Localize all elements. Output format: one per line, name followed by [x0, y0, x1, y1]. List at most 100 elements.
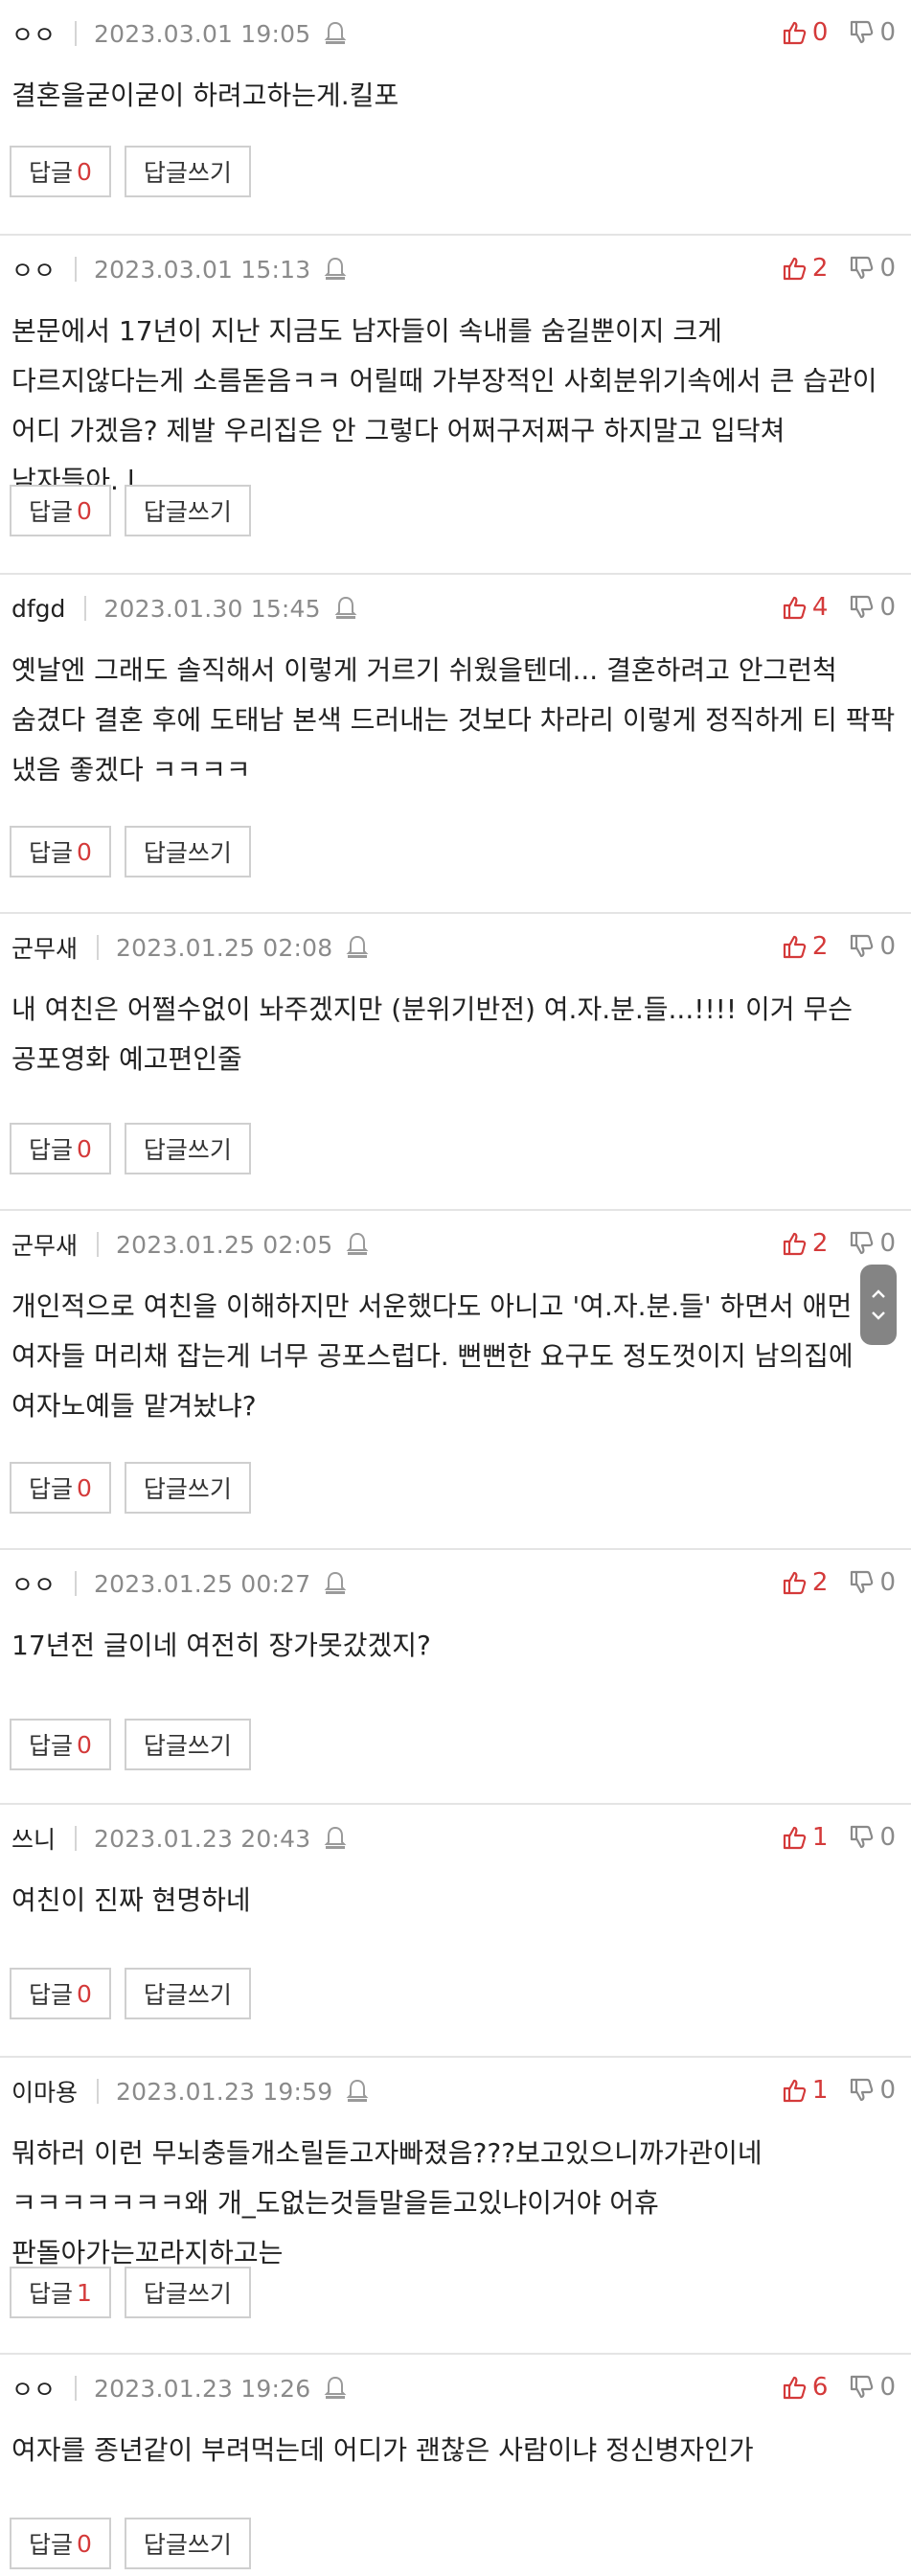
comment-item: ㅇㅇ 2023.01.25 00:27 2 0 17년전 글이네 여전히 장가못… [0, 1550, 911, 1805]
downvote-button[interactable]: 0 [849, 1823, 896, 1852]
report-icon[interactable] [346, 1232, 369, 1257]
comment-author[interactable]: 군무새 [11, 930, 78, 965]
write-reply-button[interactable]: 답글쓰기 [124, 2267, 251, 2318]
downvote-button[interactable]: 0 [849, 254, 896, 283]
comment-text: 결혼을굳이굳이 하려고하는게.킬포 [11, 80, 399, 111]
vote-area: 2 0 [782, 1567, 896, 1598]
upvote-button[interactable]: 1 [782, 2076, 828, 2105]
report-icon[interactable] [346, 2079, 369, 2104]
upvote-button[interactable]: 0 [782, 18, 828, 47]
write-reply-button[interactable]: 답글쓰기 [124, 1462, 251, 1514]
downvote-button[interactable]: 0 [849, 593, 896, 622]
thumbs-down-icon [851, 20, 874, 44]
thumbs-up-icon [783, 596, 807, 620]
vote-area: 2 0 [782, 253, 896, 284]
report-icon[interactable] [324, 1826, 347, 1851]
report-icon[interactable] [334, 596, 357, 621]
upvote-button[interactable]: 2 [782, 1568, 828, 1597]
thumbs-up-icon [783, 257, 807, 281]
vote-area: 4 0 [782, 592, 896, 623]
reply-count-button[interactable]: 답글 0 [10, 1719, 111, 1770]
comment-actions: 답글 0 답글쓰기 [10, 146, 264, 197]
comment-text: 뭐하러 이런 무뇌충들개소릴듣고자빠졌음???보고있으니까가관이네 ㅋㅋㅋㅋㅋㅋ… [11, 2137, 763, 2268]
comment-author[interactable]: ㅇㅇ [11, 2371, 56, 2405]
upvote-button[interactable]: 4 [782, 593, 828, 622]
report-icon[interactable] [324, 257, 347, 282]
comment-date: 2023.03.01 15:13 [94, 255, 311, 284]
reply-count: 0 [77, 1979, 92, 2008]
comment-author[interactable]: ㅇㅇ [11, 252, 56, 286]
reply-label: 답글 [29, 1136, 74, 1164]
upvote-count: 2 [811, 254, 829, 283]
write-reply-button[interactable]: 답글쓰기 [124, 146, 251, 197]
comment-item: ㅇㅇ 2023.03.01 15:13 2 0 본문에서 17년이 지난 지금도… [0, 236, 911, 575]
reply-count-button[interactable]: 답글 0 [10, 2518, 111, 2569]
vote-area: 2 0 [782, 1228, 896, 1259]
report-icon[interactable] [324, 1571, 347, 1596]
vote-area: 2 0 [782, 931, 896, 962]
thumbs-down-icon [851, 256, 874, 280]
reply-label: 답글 [29, 1475, 74, 1503]
upvote-button[interactable]: 6 [782, 2373, 828, 2402]
comment-text: 내 여친은 어쩔수없이 놔주겠지만 (분위기반전) 여.자.분.들...!!!!… [11, 993, 853, 1075]
write-reply-button[interactable]: 답글쓰기 [124, 826, 251, 878]
upvote-count: 1 [811, 1823, 829, 1852]
comment-author[interactable]: 쓰니 [11, 1821, 56, 1856]
comment-author[interactable]: 이마용 [11, 2074, 78, 2109]
comment-meta: dfgd 2023.01.30 15:45 [11, 594, 357, 623]
reply-label: 답글 [29, 1981, 74, 2009]
upvote-button[interactable]: 2 [782, 932, 828, 961]
reply-label: 답글 [29, 498, 74, 526]
thumbs-down-icon [851, 934, 874, 958]
thumbs-up-icon [783, 21, 807, 45]
downvote-button[interactable]: 0 [849, 2076, 896, 2105]
upvote-button[interactable]: 1 [782, 1823, 829, 1852]
downvote-button[interactable]: 0 [849, 18, 896, 47]
comment-meta: ㅇㅇ 2023.03.01 19:05 [11, 16, 347, 51]
comment-actions: 답글 0 답글쓰기 [10, 826, 264, 878]
write-reply-button[interactable]: 답글쓰기 [124, 1123, 251, 1174]
reply-count-button[interactable]: 답글 1 [10, 2267, 111, 2318]
downvote-count: 0 [879, 2373, 896, 2402]
reply-label: 답글 [29, 2280, 74, 2308]
vote-area: 1 0 [782, 2075, 896, 2106]
write-reply-button[interactable]: 답글쓰기 [124, 485, 251, 536]
reply-count-button[interactable]: 답글 0 [10, 1123, 111, 1174]
comment-item: 이마용 2023.01.23 19:59 1 0 뭐하러 이런 무뇌충들개소릴듣… [0, 2058, 911, 2355]
upvote-button[interactable]: 2 [782, 1229, 829, 1258]
scroll-handle[interactable] [860, 1265, 897, 1345]
downvote-button[interactable]: 0 [849, 1229, 896, 1258]
comment-author[interactable]: 군무새 [11, 1227, 78, 1262]
comment-date: 2023.01.30 15:45 [103, 594, 321, 623]
meta-divider [75, 1826, 78, 1851]
comment-text: 17년전 글이네 여전히 장가못갔겠지? [11, 1630, 431, 1661]
report-icon[interactable] [324, 2376, 347, 2401]
thumbs-up-icon [783, 2079, 807, 2103]
comment-author[interactable]: dfgd [11, 595, 65, 623]
downvote-button[interactable]: 0 [849, 932, 896, 961]
meta-divider [75, 2376, 78, 2401]
write-reply-button[interactable]: 답글쓰기 [124, 1968, 251, 2019]
comment-text: 여자를 종년같이 부려먹는데 어디가 괜찮은 사람이냐 정신병자인가 [11, 2434, 754, 2466]
upvote-count: 2 [811, 1229, 829, 1258]
write-reply-button[interactable]: 답글쓰기 [124, 2518, 251, 2569]
chevron-up-icon [872, 1289, 885, 1298]
meta-divider [84, 596, 87, 621]
reply-count-button[interactable]: 답글 0 [10, 1968, 111, 2019]
downvote-button[interactable]: 0 [849, 1568, 896, 1597]
report-icon[interactable] [346, 935, 369, 960]
reply-count-button[interactable]: 답글 0 [10, 826, 111, 878]
reply-count-button[interactable]: 답글 0 [10, 485, 111, 536]
comment-meta: ㅇㅇ 2023.01.23 19:26 [11, 2371, 347, 2405]
reply-count-button[interactable]: 답글 0 [10, 1462, 111, 1514]
downvote-count: 0 [879, 254, 896, 283]
report-icon[interactable] [324, 21, 347, 46]
upvote-button[interactable]: 2 [782, 254, 829, 283]
comment-author[interactable]: ㅇㅇ [11, 16, 56, 51]
write-reply-button[interactable]: 답글쓰기 [124, 1719, 251, 1770]
reply-count: 0 [77, 496, 92, 525]
comment-author[interactable]: ㅇㅇ [11, 1566, 56, 1601]
downvote-button[interactable]: 0 [849, 2373, 896, 2402]
comment-actions: 답글 0 답글쓰기 [10, 2518, 264, 2569]
reply-count-button[interactable]: 답글 0 [10, 146, 111, 197]
